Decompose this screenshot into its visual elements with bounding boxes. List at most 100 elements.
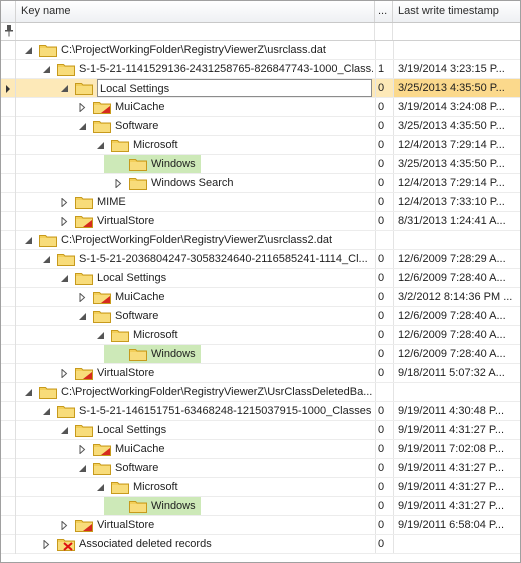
tree-row[interactable]: S-1-5-21-146151751-63468248-1215037915-1… [1,402,520,421]
collapse-arrow-icon[interactable] [60,216,69,227]
row-indicator[interactable] [1,98,16,117]
filter-cell-last-write[interactable] [393,23,520,40]
last-write-cell: 3/25/2013 4:35:50 P... [393,155,520,173]
tree-row[interactable]: MuiCache 0 9/19/2011 7:02:08 P... [1,440,520,459]
row-indicator[interactable] [1,174,16,193]
key-name-label: S-1-5-21-2036804247-3058324640-211658524… [79,253,368,265]
row-indicator[interactable] [1,383,16,402]
expand-arrow-icon[interactable] [42,407,51,416]
filter-cell-values-count[interactable] [375,23,393,40]
folder-icon [39,43,57,57]
tree-row[interactable]: S-1-5-21-1141529136-2431258765-826847743… [1,60,520,79]
row-indicator[interactable] [1,117,16,136]
tree-row[interactable]: Windows Search 0 12/4/2013 7:29:14 P... [1,174,520,193]
collapse-arrow-icon[interactable] [60,520,69,531]
expand-arrow-icon[interactable] [24,388,33,397]
row-indicator[interactable] [1,345,16,364]
column-header-last-write[interactable]: Last write timestamp [393,1,520,22]
row-indicator[interactable] [1,269,16,288]
key-name-label: VirtualStore [97,215,155,227]
tree-row[interactable]: MuiCache 0 3/19/2014 3:24:08 P... [1,98,520,117]
tree-row[interactable]: Software 0 12/6/2009 7:28:40 A... [1,307,520,326]
expand-arrow-icon[interactable] [96,483,105,492]
last-write-cell [393,535,520,553]
row-indicator[interactable] [1,478,16,497]
row-indicator[interactable] [1,288,16,307]
tree-row[interactable]: MIME 0 12/4/2013 7:33:10 P... [1,193,520,212]
tree-row[interactable]: VirtualStore 0 8/31/2013 1:24:41 A... [1,212,520,231]
tree-row[interactable]: Software 0 9/19/2011 4:31:27 P... [1,459,520,478]
tree-row[interactable]: VirtualStore 0 9/19/2011 6:58:04 P... [1,516,520,535]
key-name-label: Local Settings [97,272,167,284]
tree-row[interactable]: Local Settings 0 3/25/2013 4:35:50 P... [1,79,520,98]
tree-row[interactable]: C:\ProjectWorkingFolder\RegistryViewerZ\… [1,41,520,60]
collapse-arrow-icon[interactable] [78,102,87,113]
key-name-label: Local Settings [97,79,372,97]
row-indicator[interactable] [1,402,16,421]
tree-row[interactable]: MuiCache 0 3/2/2012 8:14:36 PM ... [1,288,520,307]
tree-row[interactable]: Windows 0 12/6/2009 7:28:40 A... [1,345,520,364]
folder-icon [93,119,111,133]
row-indicator[interactable] [1,326,16,345]
tree-row[interactable]: VirtualStore 0 9/18/2011 5:07:32 A... [1,364,520,383]
row-indicator[interactable] [1,307,16,326]
expand-arrow-icon[interactable] [60,274,69,283]
tree-row[interactable]: C:\ProjectWorkingFolder\RegistryViewerZ\… [1,231,520,250]
expand-arrow-icon[interactable] [78,312,87,321]
row-indicator[interactable] [1,516,16,535]
tree-row[interactable]: Local Settings 0 9/19/2011 4:31:27 P... [1,421,520,440]
tree-row[interactable]: Windows 0 9/19/2011 4:31:27 P... [1,497,520,516]
filter-cell-key-name[interactable] [16,23,375,40]
folder-icon [39,233,57,247]
expand-arrow-icon[interactable] [60,426,69,435]
expand-arrow-icon[interactable] [24,236,33,245]
tree-row[interactable]: Local Settings 0 12/6/2009 7:28:40 A... [1,269,520,288]
row-indicator[interactable] [1,231,16,250]
expand-arrow-icon[interactable] [96,331,105,340]
tree-row[interactable]: Microsoft 0 12/6/2009 7:28:40 A... [1,326,520,345]
row-indicator[interactable] [1,60,16,79]
row-indicator[interactable] [1,250,16,269]
row-indicator[interactable] [1,136,16,155]
row-indicator[interactable] [1,79,16,98]
tree-row[interactable]: Windows 0 3/25/2013 4:35:50 P... [1,155,520,174]
row-indicator[interactable] [1,364,16,383]
row-indicator[interactable] [1,440,16,459]
row-indicator[interactable] [1,193,16,212]
row-indicator[interactable] [1,535,16,554]
tree-row[interactable]: Microsoft 0 12/4/2013 7:29:14 P... [1,136,520,155]
expand-arrow-icon[interactable] [24,46,33,55]
collapse-arrow-icon[interactable] [42,539,51,550]
row-indicator[interactable] [1,212,16,231]
row-indicator[interactable] [1,459,16,478]
collapse-arrow-icon[interactable] [114,178,123,189]
tree-row[interactable]: S-1-5-21-2036804247-3058324640-211658524… [1,250,520,269]
row-indicator[interactable] [1,497,16,516]
tree-row[interactable]: C:\ProjectWorkingFolder\RegistryViewerZ\… [1,383,520,402]
expand-arrow-icon[interactable] [42,255,51,264]
expand-arrow-icon[interactable] [42,65,51,74]
collapse-arrow-icon[interactable] [78,292,87,303]
tree-row[interactable]: Associated deleted records 0 [1,535,520,554]
column-header-key-name[interactable]: Key name [16,1,375,22]
key-name-label: MuiCache [115,291,165,303]
tree-row[interactable]: Software 0 3/25/2013 4:35:50 P... [1,117,520,136]
key-name-label: S-1-5-21-146151751-63468248-1215037915-1… [79,405,372,417]
last-write-cell: 3/25/2013 4:35:50 P... [393,79,520,97]
expand-arrow-icon[interactable] [78,122,87,131]
row-indicator[interactable] [1,41,16,60]
column-header-values-count[interactable]: ... [375,1,393,22]
collapse-arrow-icon[interactable] [60,368,69,379]
collapse-arrow-icon[interactable] [78,444,87,455]
collapse-arrow-icon[interactable] [60,197,69,208]
key-name-label: Microsoft [133,329,178,341]
expand-arrow-icon[interactable] [60,84,69,93]
expand-arrow-icon[interactable] [78,464,87,473]
row-indicator[interactable] [1,421,16,440]
tree-row[interactable]: Microsoft 0 9/19/2011 4:31:27 P... [1,478,520,497]
values-count-cell [375,41,393,59]
folder-link-icon [75,366,93,380]
expand-arrow-icon[interactable] [96,141,105,150]
row-indicator[interactable] [1,155,16,174]
key-name-label: Microsoft [133,139,178,151]
